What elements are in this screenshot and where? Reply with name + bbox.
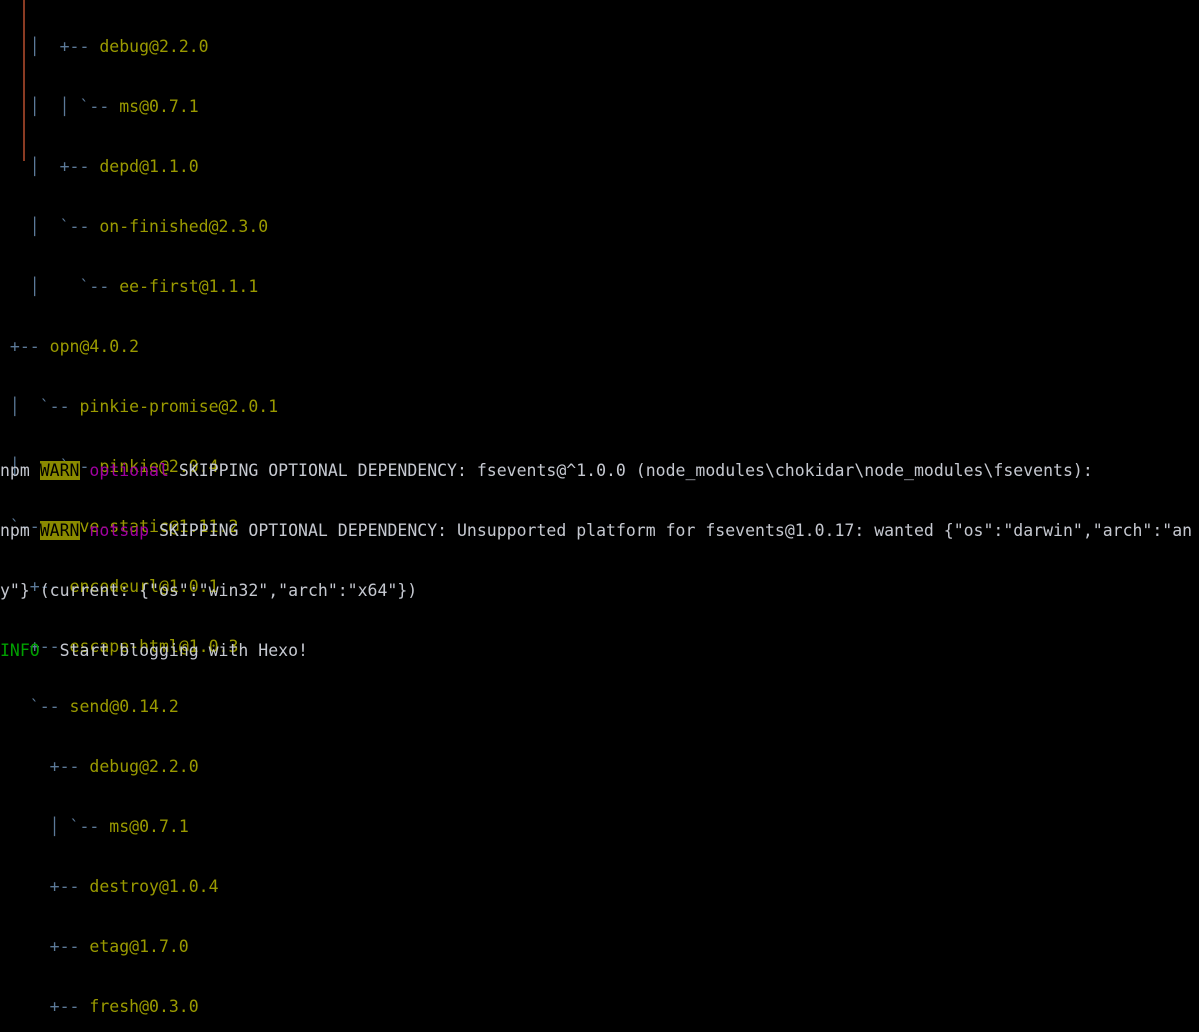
tree-package: ms@0.7.1 (119, 97, 199, 116)
tree-package: ms@0.7.1 (109, 817, 189, 836)
npm-prefix: npm (0, 461, 40, 480)
tree-row: +-- etag@1.7.0 (0, 937, 308, 957)
tree-row: │ `-- ms@0.7.1 (0, 817, 308, 837)
tree-row: +-- opn@4.0.2 (0, 337, 308, 357)
terminal-window: │ +-- debug@2.2.0 │ │ `-- ms@0.7.1 │ +--… (0, 0, 1199, 1016)
warn-subtype: optional (79, 461, 179, 480)
npm-log-output: npm WARN optional SKIPPING OPTIONAL DEPE… (0, 421, 1192, 701)
tree-connector: │ +-- (0, 157, 100, 176)
tree-connector: +-- (0, 877, 90, 896)
tree-connector: │ │ `-- (0, 97, 120, 116)
tree-row: +-- destroy@1.0.4 (0, 877, 308, 897)
tree-connector: │ +-- (9, 37, 100, 56)
tree-connector: +-- (0, 997, 90, 1016)
tree-connector: │ `-- (0, 217, 100, 236)
warn-subtype: notsup (79, 521, 159, 540)
tree-row: │ +-- depd@1.1.0 (0, 157, 308, 177)
tree-row: +-- debug@2.2.0 (0, 757, 308, 777)
warn-message: SKIPPING OPTIONAL DEPENDENCY: fsevents@^… (178, 461, 1093, 480)
tree-package: debug@2.2.0 (99, 37, 209, 56)
warn-badge: WARN (39, 461, 80, 480)
tree-connector: │ `-- (0, 817, 110, 836)
warn-badge: WARN (39, 521, 80, 540)
tree-row: │ +-- debug@2.2.0 (0, 37, 308, 57)
tree-row: +-- fresh@0.3.0 (0, 997, 308, 1017)
tree-package: depd@1.1.0 (99, 157, 199, 176)
tree-row: │ `-- ee-first@1.1.1 (0, 277, 308, 297)
npm-warn-notsup-line: npm WARN notsup SKIPPING OPTIONAL DEPEND… (0, 521, 1192, 541)
tree-package: etag@1.7.0 (89, 937, 189, 956)
tree-connector: +-- (0, 757, 90, 776)
tree-package: fresh@0.3.0 (89, 997, 199, 1016)
tree-connector: │ `-- (0, 277, 120, 296)
tree-package: destroy@1.0.4 (89, 877, 219, 896)
tree-row: │ `-- pinkie-promise@2.0.1 (0, 397, 308, 417)
hexo-info-line: INFO Start blogging with Hexo! (0, 641, 1192, 661)
info-tag: INFO (0, 641, 40, 660)
tree-connector: │ `-- (0, 397, 80, 416)
tree-package: pinkie-promise@2.0.1 (79, 397, 279, 416)
npm-prefix: npm (0, 521, 40, 540)
tree-row: │ `-- on-finished@2.3.0 (0, 217, 308, 237)
warn-message-wrap: y"} (current: {"os":"win32","arch":"x64"… (0, 581, 418, 600)
npm-warn-notsup-wrap: y"} (current: {"os":"win32","arch":"x64"… (0, 581, 1192, 601)
tree-package: ee-first@1.1.1 (119, 277, 259, 296)
tree-package: opn@4.0.2 (49, 337, 140, 356)
tree-row: │ │ `-- ms@0.7.1 (0, 97, 308, 117)
npm-warn-optional-line: npm WARN optional SKIPPING OPTIONAL DEPE… (0, 461, 1192, 481)
tree-package: on-finished@2.3.0 (99, 217, 269, 236)
tree-connector: +-- (0, 937, 90, 956)
tree-pipe (0, 37, 10, 56)
info-message: Start blogging with Hexo! (39, 641, 308, 660)
tree-connector: +-- (0, 337, 50, 356)
warn-message: SKIPPING OPTIONAL DEPENDENCY: Unsupporte… (158, 521, 1193, 540)
tree-package: debug@2.2.0 (89, 757, 199, 776)
